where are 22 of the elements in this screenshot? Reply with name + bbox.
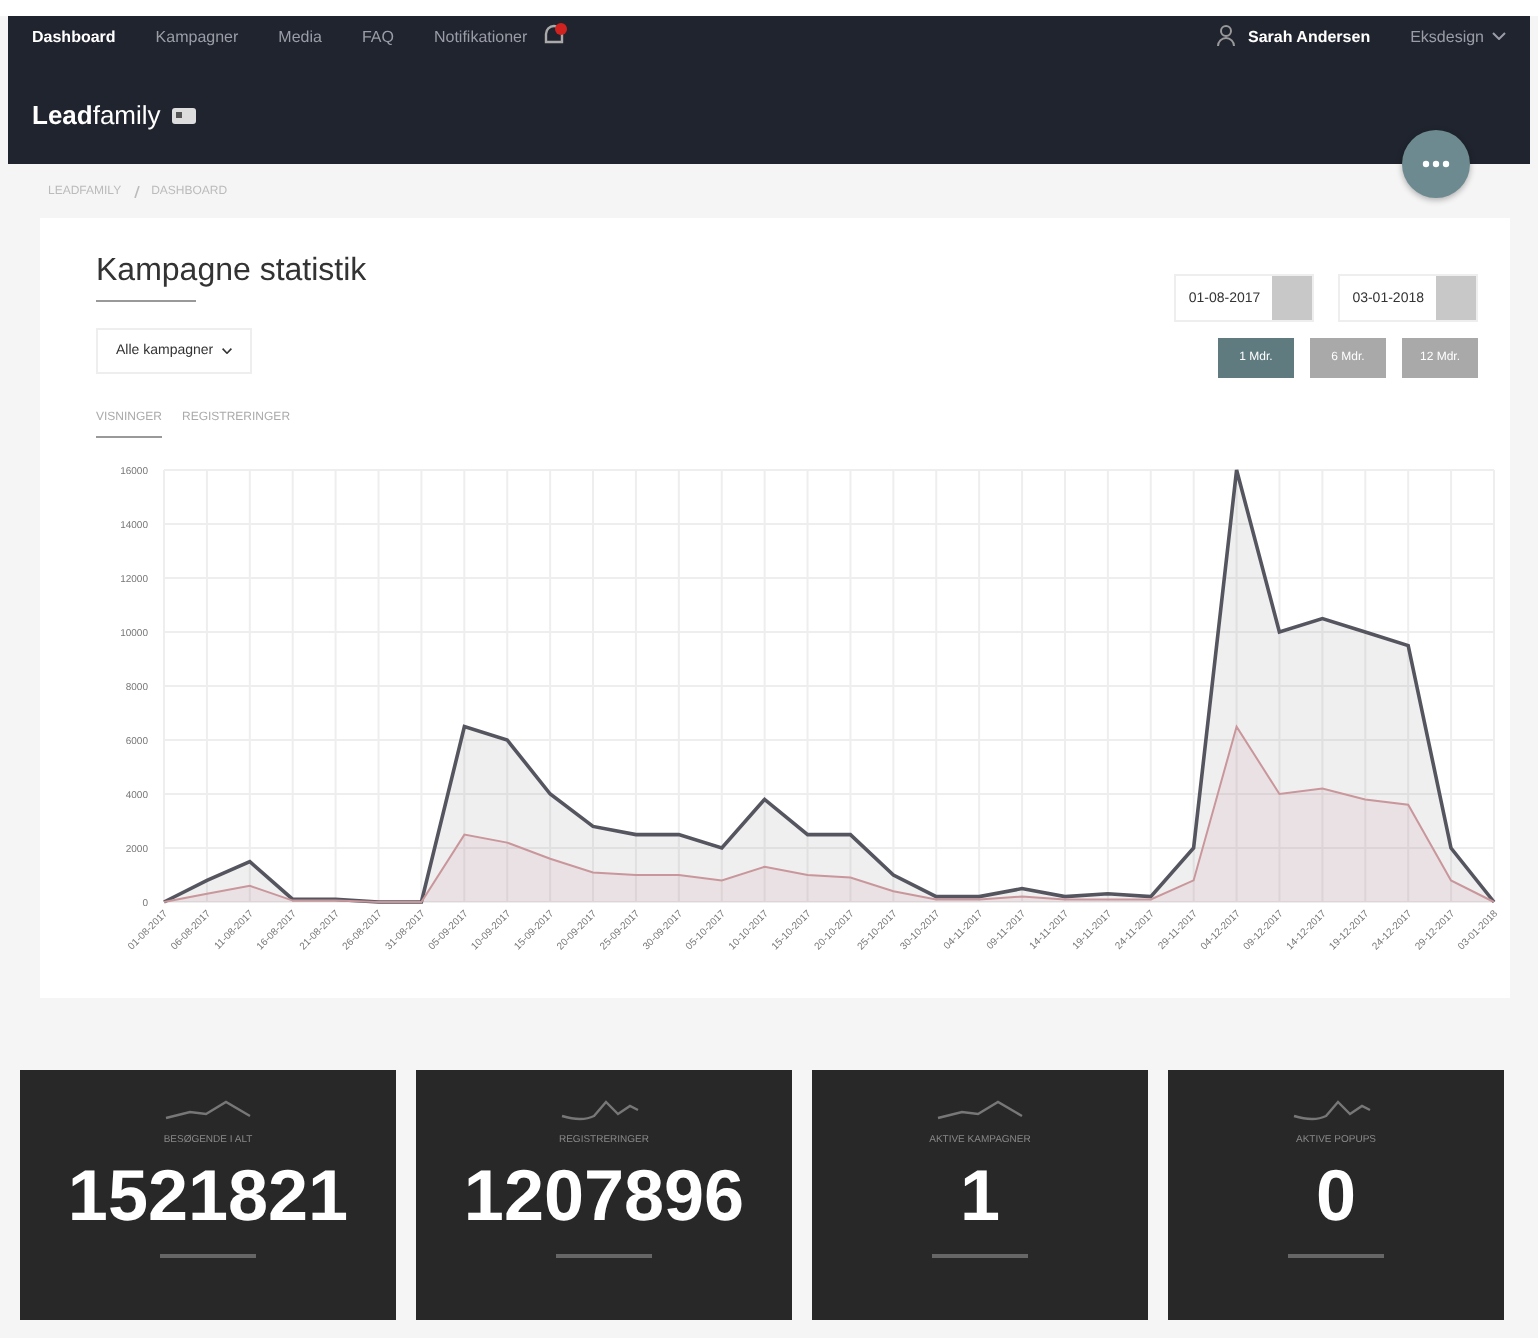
more-icon <box>1422 160 1450 168</box>
nav-link[interactable]: Kampagner <box>155 27 239 45</box>
card-title: Kampagne statistik <box>96 254 367 304</box>
stat-value: 1521821 <box>67 1154 349 1238</box>
trend-icon <box>162 1098 254 1122</box>
stat-value: 0 <box>1315 1154 1357 1238</box>
user-icon <box>1216 24 1237 48</box>
nav-link[interactable]: Media <box>278 27 322 45</box>
stat-value: 1207896 <box>463 1154 745 1238</box>
card-icon <box>172 107 197 123</box>
trend-icon <box>934 1098 1026 1122</box>
breadcrumb-separator-icon <box>133 186 140 198</box>
chevron-down-icon[interactable] <box>1492 32 1506 40</box>
brand-logo[interactable]: Leadfamily <box>32 100 161 130</box>
stat-value: 1 <box>959 1154 1001 1238</box>
nav-link[interactable]: Notifikationer <box>433 27 528 45</box>
account-menu[interactable]: Eksdesign <box>1410 27 1484 45</box>
nav-link[interactable]: Dashboard <box>32 27 116 45</box>
more-button[interactable] <box>1402 130 1470 198</box>
user-name[interactable]: Sarah Andersen <box>1248 27 1371 45</box>
nav-link[interactable]: FAQ <box>361 27 394 45</box>
chevron-down-icon <box>221 347 232 354</box>
